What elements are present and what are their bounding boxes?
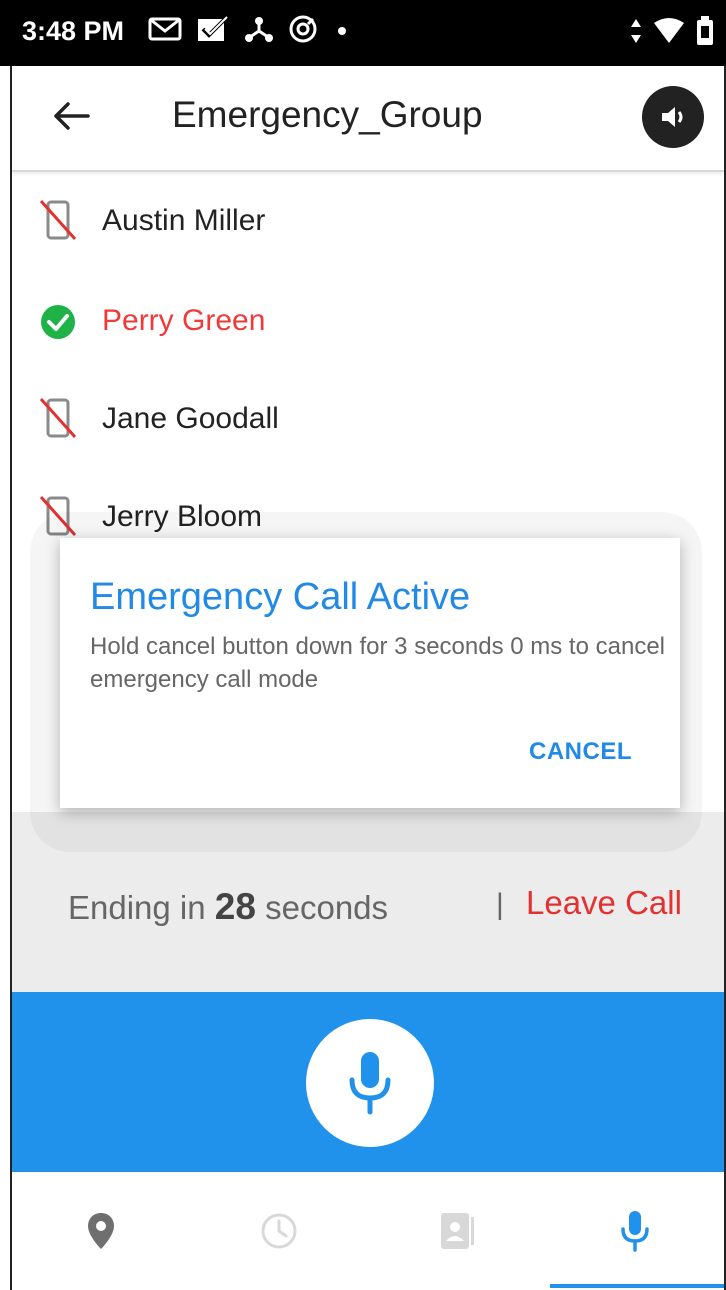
nav-contacts-tab[interactable]	[368, 1172, 546, 1290]
location-pin-icon	[88, 1213, 114, 1249]
phone-off-icon	[39, 199, 77, 241]
push-to-talk-panel	[12, 992, 724, 1172]
member-name: Austin Miller	[102, 204, 266, 237]
member-row[interactable]: Austin Miller	[12, 172, 724, 268]
emergency-dialog: Emergency Call Active Hold cancel button…	[60, 538, 680, 808]
back-button[interactable]	[50, 94, 94, 138]
page-title: Emergency_Group	[172, 94, 483, 135]
push-to-talk-button[interactable]	[306, 1019, 434, 1147]
dialog-message: Hold cancel button down for 3 seconds 0 …	[90, 633, 665, 693]
status-notification-icons	[148, 14, 352, 44]
status-system-icons	[630, 16, 714, 46]
bottom-navigation	[12, 1172, 724, 1290]
network-icon	[245, 17, 273, 42]
ending-countdown: Ending in 28 seconds	[68, 886, 388, 928]
dot-icon	[338, 27, 346, 35]
wifi-icon	[654, 18, 684, 43]
dialog-title: Emergency Call Active	[90, 576, 471, 618]
contacts-icon	[441, 1213, 474, 1249]
nav-history-tab[interactable]	[190, 1172, 368, 1290]
app-bar: Emergency_Group	[12, 66, 724, 172]
member-row[interactable]: Jane Goodall	[12, 370, 724, 466]
ending-prefix: Ending in	[68, 889, 206, 926]
leave-call-button[interactable]: Leave Call	[526, 884, 682, 922]
active-tab-indicator	[550, 1284, 724, 1288]
phone-off-icon	[39, 397, 77, 439]
data-arrows-icon	[631, 19, 641, 43]
nav-location-tab[interactable]	[12, 1172, 190, 1290]
cancel-button[interactable]: CANCEL	[529, 738, 632, 766]
ending-suffix: seconds	[265, 889, 389, 926]
checkbox-mail-icon	[198, 14, 230, 41]
arrow-left-icon	[54, 102, 90, 130]
separator: |	[496, 888, 504, 921]
app-screen: 3:48 PM Emergency_Group Austin Miller Pe…	[0, 0, 726, 1290]
gmail-icon	[148, 17, 182, 41]
microphone-icon	[621, 1211, 649, 1252]
check-circle-icon	[41, 305, 75, 339]
speaker-button[interactable]	[642, 86, 704, 148]
member-name: Jane Goodall	[102, 402, 279, 435]
status-time: 3:48 PM	[22, 16, 125, 46]
location-icon	[289, 15, 317, 43]
microphone-icon	[349, 1052, 391, 1115]
call-status-row: Ending in 28 seconds | Leave Call	[12, 870, 724, 940]
member-name: Perry Green	[102, 304, 266, 337]
nav-ptt-tab[interactable]	[546, 1172, 724, 1290]
speaker-icon	[662, 107, 683, 127]
ending-seconds: 28	[214, 886, 256, 927]
battery-icon	[697, 16, 713, 45]
history-clock-icon	[261, 1213, 297, 1249]
status-bar: 3:48 PM	[0, 0, 726, 66]
member-row[interactable]: Perry Green	[12, 272, 724, 368]
